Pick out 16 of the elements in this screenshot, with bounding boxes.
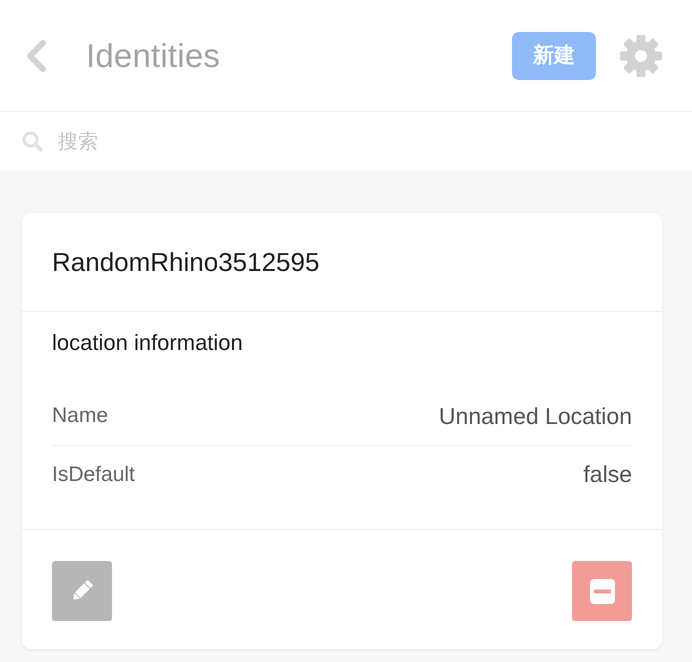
section-title: location information xyxy=(52,329,244,357)
back-button[interactable] xyxy=(24,40,48,72)
chevron-left-icon xyxy=(24,40,48,72)
search-icon xyxy=(22,131,43,152)
edit-button[interactable] xyxy=(52,561,112,621)
identity-name: RandomRhino3512595 xyxy=(52,246,320,278)
minus-square-icon xyxy=(590,578,614,604)
delete-button[interactable] xyxy=(572,561,632,621)
field-label: Name xyxy=(52,403,108,430)
field-label: IsDefault xyxy=(52,462,135,488)
page-title: Identities xyxy=(86,36,220,76)
new-button[interactable]: 新建 xyxy=(512,32,596,80)
settings-button[interactable] xyxy=(620,34,662,76)
field-value: Unnamed Location xyxy=(438,402,632,431)
field-value: false xyxy=(583,460,632,490)
settings-icon xyxy=(620,34,662,76)
